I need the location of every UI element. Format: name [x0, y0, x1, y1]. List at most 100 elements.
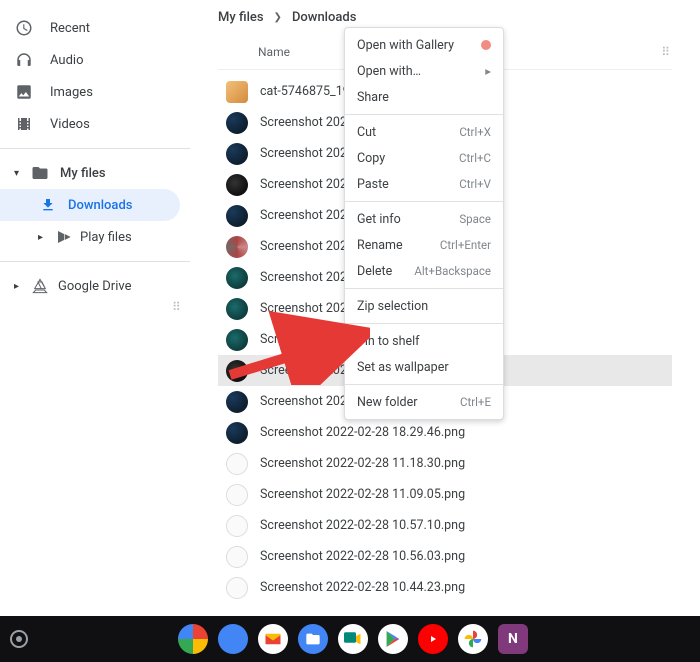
sidebar-my-files[interactable]: ▾ My files — [0, 157, 190, 189]
breadcrumb-root[interactable]: My files — [218, 10, 264, 25]
ctx-shortcut: Ctrl+C — [459, 151, 491, 165]
context-menu: Open with Gallery Open with… ▸ Share CutC… — [344, 27, 504, 420]
file-name: Screenshot 2022- — [260, 146, 357, 161]
chevron-right-icon: ❯ — [274, 12, 282, 23]
ctx-label: Open with… — [357, 64, 421, 79]
file-name: Screenshot 2022-02-28 10.44.23.png — [260, 580, 465, 595]
drag-handle-icon[interactable]: ⠿ — [661, 45, 672, 59]
ctx-label: Rename — [357, 238, 403, 253]
sidebar-images[interactable]: Images — [0, 76, 190, 108]
file-thumbnail — [226, 453, 248, 475]
sidebar-google-drive[interactable]: ▸ Google Drive — [0, 270, 190, 302]
gmail-icon[interactable] — [258, 624, 288, 654]
gallery-badge-icon — [481, 40, 491, 50]
chevron-right-icon: ▸ — [38, 232, 50, 243]
onenote-icon[interactable]: N — [498, 624, 528, 654]
ctx-shortcut: Ctrl+X — [459, 125, 491, 139]
ctx-cut[interactable]: CutCtrl+X — [345, 119, 503, 145]
file-thumbnail — [226, 391, 248, 413]
drag-handle-icon[interactable]: ⠿ — [172, 300, 181, 314]
folder-icon — [30, 163, 50, 183]
submenu-arrow-icon: ▸ — [485, 64, 491, 78]
ctx-paste[interactable]: Paste Ctrl+V — [345, 171, 503, 197]
file-row[interactable]: Screenshot 2022-02-28 10.57.10.png — [218, 510, 672, 541]
shelf: N — [0, 616, 700, 662]
file-thumbnail — [226, 546, 248, 568]
file-thumbnail — [226, 515, 248, 537]
ctx-share[interactable]: Share — [345, 84, 503, 110]
file-row[interactable]: Screenshot 2022-02-28 18.29.46.png — [218, 417, 672, 448]
ctx-shortcut: Ctrl+V — [459, 177, 491, 191]
sidebar-audio[interactable]: Audio — [0, 44, 190, 76]
meet-icon[interactable] — [338, 624, 368, 654]
sidebar-play-files[interactable]: ▸ Play files — [0, 221, 190, 253]
sidebar-label: Recent — [50, 21, 90, 36]
play-icon — [54, 227, 74, 247]
sidebar-label: Play files — [80, 230, 132, 245]
video-icon — [14, 114, 34, 134]
file-name: Screenshot 2022 — [260, 301, 354, 316]
separator — [345, 323, 503, 324]
file-thumbnail — [226, 143, 248, 165]
file-thumbnail — [226, 205, 248, 227]
ctx-label: Paste — [357, 177, 389, 192]
file-thumbnail — [226, 236, 248, 258]
play-store-icon[interactable] — [378, 624, 408, 654]
ctx-shortcut: Ctrl+E — [460, 395, 491, 409]
ctx-get-info[interactable]: Get infoSpace — [345, 206, 503, 232]
file-thumbnail — [226, 81, 248, 103]
youtube-icon[interactable] — [418, 624, 448, 654]
file-thumbnail — [226, 422, 248, 444]
ctx-zip-selection[interactable]: Zip selection — [345, 293, 503, 319]
download-icon — [38, 195, 58, 215]
file-name: Screenshot 2022- — [260, 332, 357, 347]
file-name: Screenshot 2022- — [260, 239, 357, 254]
ctx-delete[interactable]: DeleteAlt+Backspace — [345, 258, 503, 284]
file-name: Screenshot 2022-02-28 10.57.10.png — [260, 518, 465, 533]
file-thumbnail — [226, 360, 248, 382]
ctx-rename[interactable]: RenameCtrl+Enter — [345, 232, 503, 258]
separator — [345, 384, 503, 385]
file-name: Screenshot 2022- — [260, 270, 357, 285]
docs-icon[interactable] — [218, 624, 248, 654]
ctx-copy[interactable]: Copy Ctrl+C — [345, 145, 503, 171]
sidebar: Recent Audio Images Videos ▾ My files Do… — [0, 0, 190, 630]
clock-icon — [14, 18, 34, 38]
ctx-label: Share — [357, 90, 389, 105]
ctx-open-gallery[interactable]: Open with Gallery — [345, 32, 503, 58]
file-row[interactable]: Screenshot 2022-02-28 10.44.23.png — [218, 572, 672, 603]
separator — [345, 201, 503, 202]
file-thumbnail — [226, 267, 248, 289]
file-name: Screenshot 2022-02-28 18.29.46.png — [260, 425, 465, 440]
ctx-set-wallpaper[interactable]: Set as wallpaper — [345, 354, 503, 380]
ctx-label: Delete — [357, 264, 392, 279]
file-thumbnail — [226, 484, 248, 506]
separator — [345, 114, 503, 115]
ctx-label: Copy — [357, 151, 385, 166]
file-name: Screenshot 2022-02-28 10.56.03.png — [260, 549, 465, 564]
sidebar-videos[interactable]: Videos — [0, 108, 190, 140]
file-name: Screenshot 2022- — [260, 208, 357, 223]
launcher-button[interactable] — [10, 630, 28, 648]
sidebar-downloads[interactable]: Downloads — [0, 189, 180, 221]
file-thumbnail — [226, 112, 248, 134]
breadcrumb-current[interactable]: Downloads — [292, 10, 356, 25]
file-row[interactable]: Screenshot 2022-02-28 11.18.30.png — [218, 448, 672, 479]
ctx-shortcut: Space — [459, 212, 491, 226]
ctx-label: Open with Gallery — [357, 38, 454, 53]
chevron-right-icon: ▸ — [14, 281, 26, 292]
file-row[interactable]: Screenshot 2022-02-28 10.56.03.png — [218, 541, 672, 572]
ctx-pin-to-shelf[interactable]: Pin to shelf — [345, 328, 503, 354]
photos-icon[interactable] — [458, 624, 488, 654]
chrome-icon[interactable] — [178, 624, 208, 654]
file-thumbnail — [226, 174, 248, 196]
files-icon[interactable] — [298, 624, 328, 654]
ctx-label: Pin to shelf — [357, 334, 419, 349]
separator — [345, 288, 503, 289]
sidebar-label: My files — [60, 166, 106, 181]
ctx-new-folder[interactable]: New folderCtrl+E — [345, 389, 503, 415]
sidebar-recent[interactable]: Recent — [0, 12, 190, 44]
ctx-label: Set as wallpaper — [357, 360, 449, 375]
file-row[interactable]: Screenshot 2022-02-28 11.09.05.png — [218, 479, 672, 510]
ctx-open-with[interactable]: Open with… ▸ — [345, 58, 503, 84]
